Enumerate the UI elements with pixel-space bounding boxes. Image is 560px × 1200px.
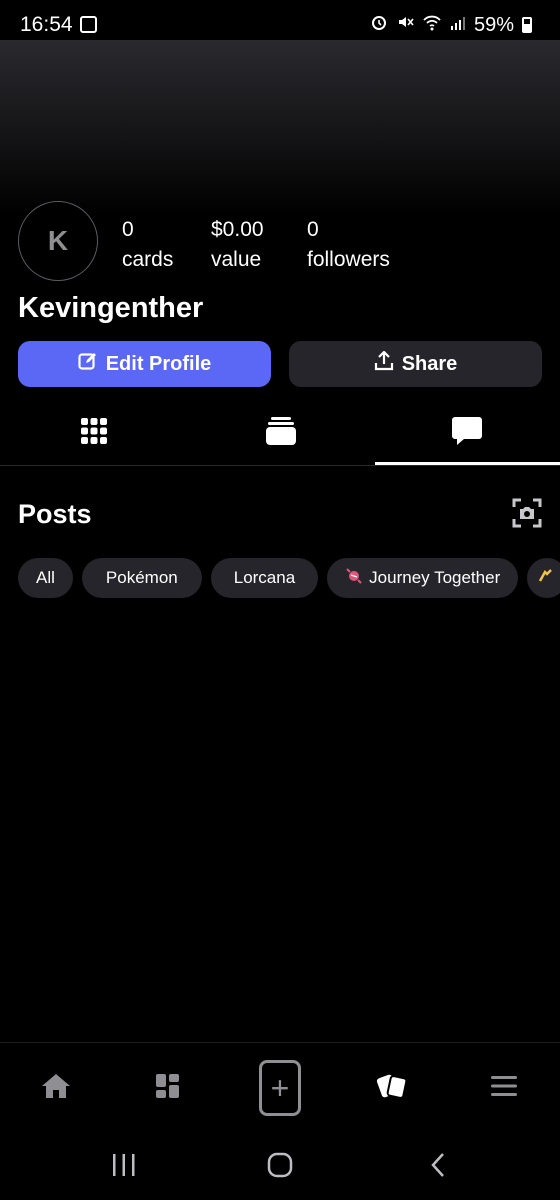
recent-apps-icon [111, 1153, 137, 1182]
stat-cards[interactable]: 0 cards [122, 215, 173, 275]
nav-cards[interactable] [362, 1058, 422, 1118]
recent-apps-button[interactable] [100, 1150, 148, 1184]
home-system-button[interactable] [256, 1150, 304, 1184]
profile-header-background [0, 40, 560, 215]
mute-icon [396, 13, 414, 37]
section-title: Posts [18, 499, 92, 529]
collection-stack-icon [265, 416, 297, 451]
nav-home[interactable] [26, 1058, 86, 1118]
tab-grid[interactable] [1, 406, 187, 460]
candy-icon [345, 567, 363, 590]
add-button[interactable]: + [259, 1060, 301, 1116]
username: Kevingenther [18, 292, 204, 324]
tab-collection[interactable] [188, 406, 374, 460]
filter-chip-more[interactable] [527, 558, 560, 598]
chip-label: Lorcana [233, 568, 296, 587]
signal-icon [450, 14, 466, 37]
edit-icon [78, 351, 98, 377]
filter-chip-lorcana[interactable]: Lorcana [210, 558, 319, 598]
back-button[interactable] [414, 1150, 462, 1184]
stat-value-total[interactable]: $0.00 value [211, 215, 264, 275]
nav-menu[interactable] [474, 1058, 534, 1118]
chip-label: Pokémon [105, 568, 178, 587]
tab-posts[interactable] [374, 406, 560, 460]
stat-label: value [211, 248, 262, 271]
filter-chips: All Pokémon Lorcana Journey Together [18, 558, 560, 598]
scan-camera-icon[interactable] [512, 498, 542, 528]
edit-profile-button[interactable]: Edit Profile [18, 341, 271, 387]
plus-icon: + [270, 1070, 290, 1106]
home-circle-icon [267, 1152, 293, 1183]
filter-chip-pokemon[interactable]: Pokémon [81, 558, 202, 598]
filter-chip-journey-together[interactable]: Journey Together [327, 558, 519, 598]
active-tab-indicator [375, 462, 560, 465]
filter-chip-all[interactable]: All [18, 558, 73, 598]
nav-dashboard[interactable] [138, 1058, 198, 1118]
chip-label: Journey Together [369, 568, 501, 587]
chip-label: All [36, 568, 55, 587]
battery-icon [522, 17, 532, 33]
chat-bubble-icon [451, 416, 483, 451]
stat-value: $0.00 [211, 218, 264, 241]
bottom-nav-divider [0, 1042, 560, 1043]
cards-icon [376, 1072, 408, 1105]
status-time: 16:54 [20, 13, 73, 36]
stat-label: followers [307, 248, 390, 271]
menu-icon [490, 1074, 518, 1103]
tabs-divider [0, 465, 560, 466]
grid-icon [80, 417, 108, 450]
battery-percent: 59% [473, 13, 514, 36]
back-chevron-icon [428, 1152, 448, 1183]
share-button[interactable]: Share [289, 341, 542, 387]
stat-value: 0 [122, 218, 134, 241]
stat-followers[interactable]: 0 followers [307, 215, 390, 275]
edit-profile-label: Edit Profile [105, 352, 212, 375]
status-indicators: 59% [370, 13, 532, 37]
stat-value: 0 [307, 218, 319, 241]
nav-add[interactable]: + [250, 1058, 310, 1118]
alarm-icon [370, 13, 388, 37]
stat-label: cards [122, 248, 174, 271]
wave-icon [537, 567, 555, 590]
dashboard-icon [154, 1072, 182, 1105]
image-notification-icon [80, 16, 97, 33]
share-icon [374, 350, 394, 377]
share-label: Share [401, 352, 458, 375]
avatar[interactable]: K [18, 201, 98, 281]
home-icon [41, 1072, 71, 1105]
wifi-icon [422, 13, 442, 37]
